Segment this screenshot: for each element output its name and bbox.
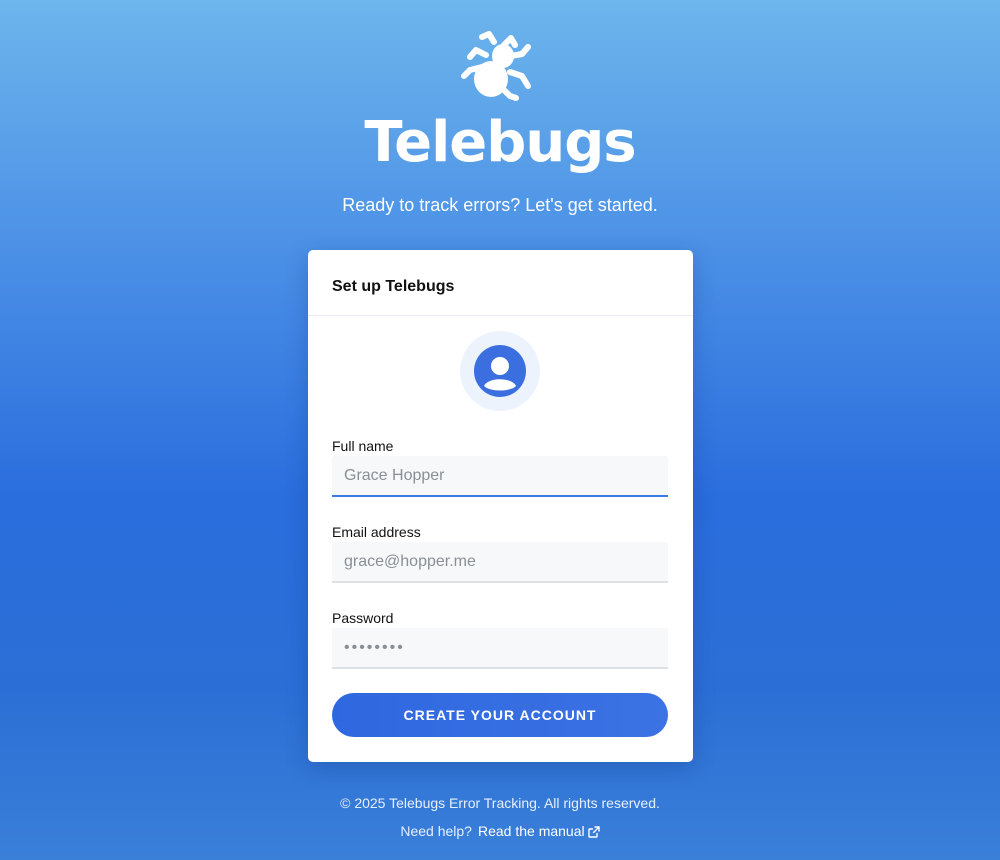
brand-name: Telebugs — [364, 110, 636, 175]
help-prefix: Need help? — [400, 823, 472, 839]
avatar — [460, 331, 540, 411]
full-name-label: Full name — [332, 438, 394, 454]
external-link-icon — [587, 826, 600, 838]
bug-icon — [458, 24, 542, 108]
password-input[interactable] — [332, 628, 668, 669]
help-line: Need help? Read the manual — [0, 822, 1000, 840]
card-title: Set up Telebugs — [332, 278, 455, 295]
tagline: Ready to track errors? Let's get started… — [342, 195, 658, 215]
password-label: Password — [332, 610, 394, 626]
full-name-input[interactable] — [332, 456, 668, 497]
read-manual-label: Read the manual — [477, 823, 585, 839]
email-label: Email address — [332, 524, 421, 540]
read-manual-link[interactable]: Read the manual — [478, 823, 600, 839]
user-avatar-icon — [474, 345, 526, 397]
create-account-button[interactable]: CREATE YOUR ACCOUNT — [332, 693, 668, 737]
card-header: Set up Telebugs — [308, 250, 693, 316]
email-input[interactable] — [332, 542, 668, 583]
copyright-text: © 2025 Telebugs Error Tracking. All righ… — [340, 795, 660, 811]
setup-card: Set up Telebugs Full name Email address … — [308, 250, 693, 762]
